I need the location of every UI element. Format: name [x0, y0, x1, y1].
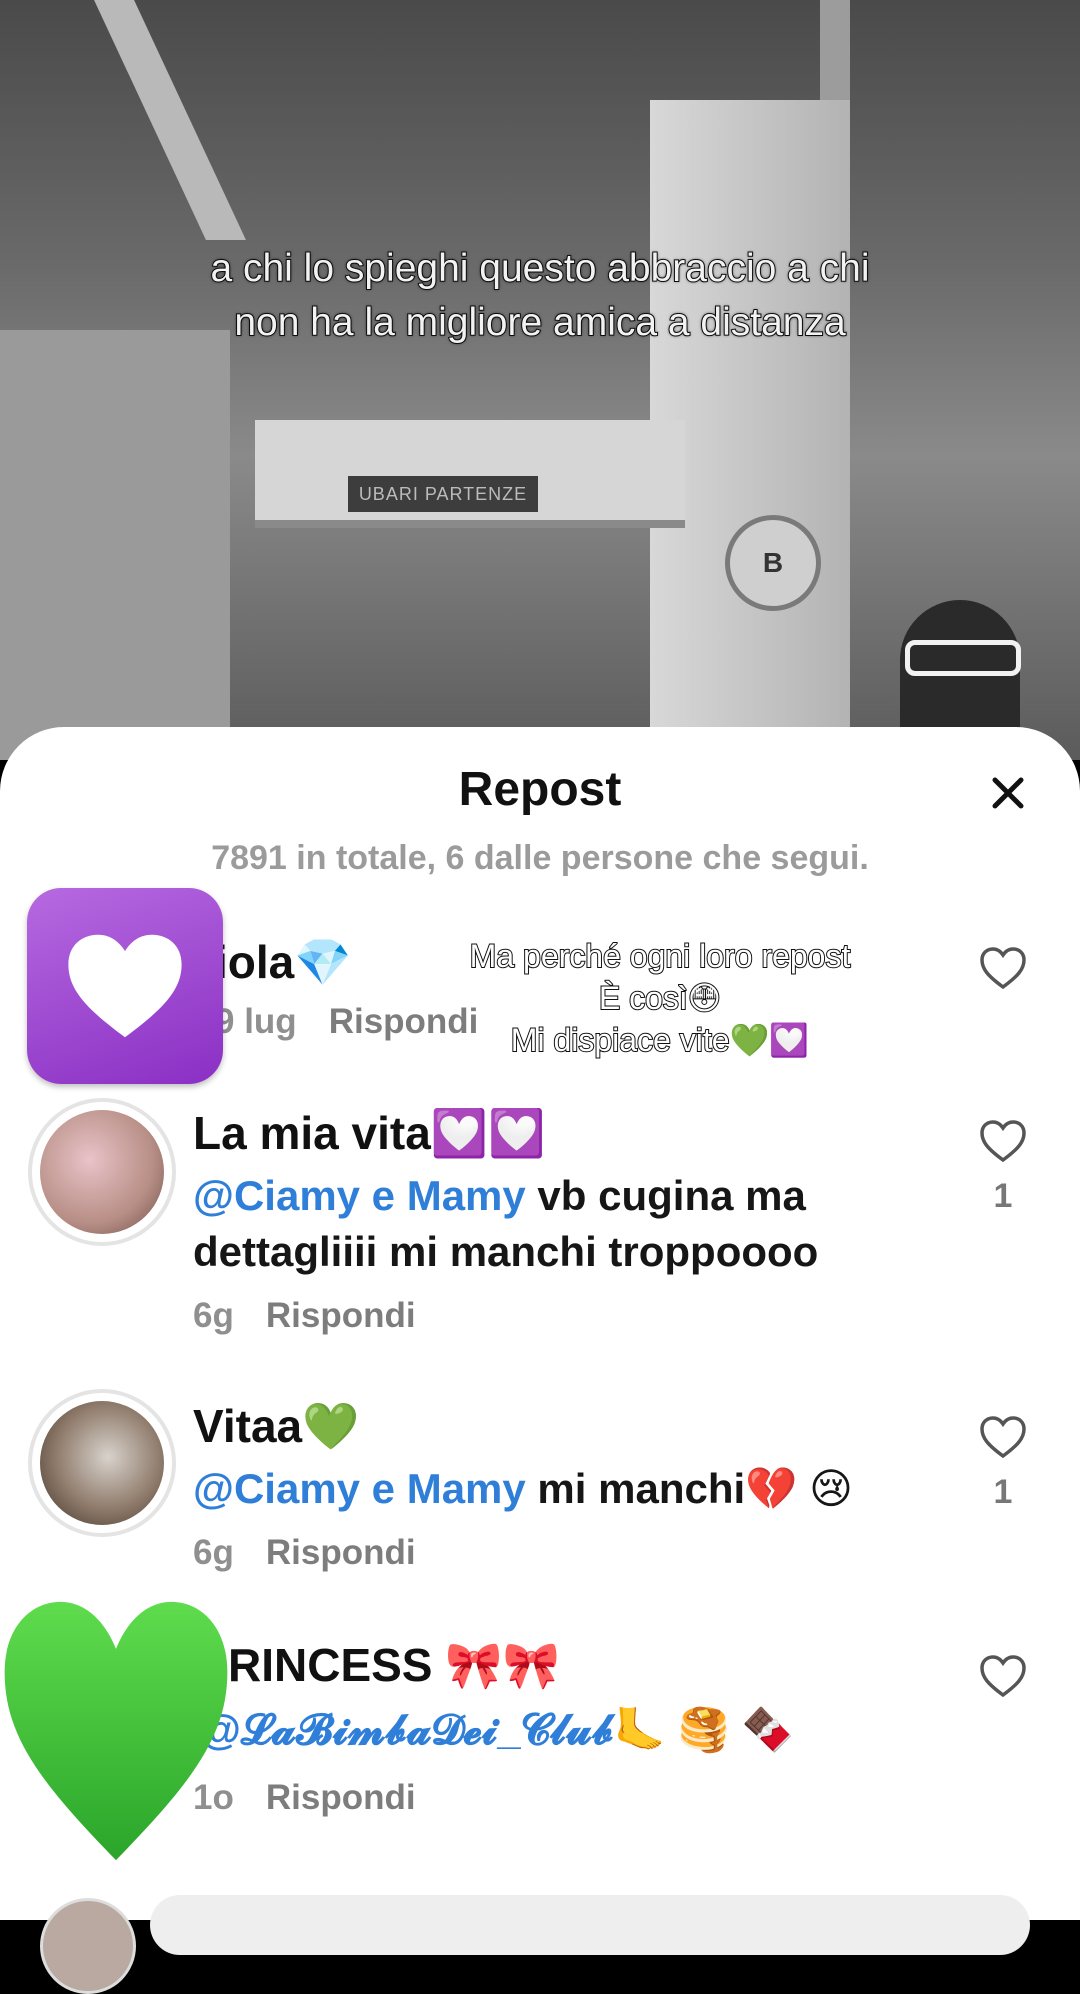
caption-line: a chi lo spieghi questo abbraccio a chi [209, 246, 870, 291]
avatar-photo [40, 1401, 164, 1525]
overlay-text-sticker: Ma perché ogni loro repost È così😳 Mi di… [420, 935, 900, 1061]
current-user-avatar [40, 1898, 136, 1994]
comment-time: 6g [193, 1296, 234, 1335]
overlay-line: Ma perché ogni loro repost [469, 937, 852, 975]
comment-username[interactable]: Vitaa💚 [193, 1399, 359, 1454]
mention-link[interactable]: @𝓛𝓪𝓑𝓲𝓶𝓫𝓪𝓓𝓮𝓲_𝓒𝓵𝓾𝓫 [200, 1706, 614, 1753]
avatar[interactable] [28, 1389, 176, 1537]
reply-button[interactable]: Rispondi [266, 1296, 416, 1335]
overlay-line: È così😳 [598, 979, 722, 1017]
mention-link[interactable]: @Ciamy e Mamy [193, 1172, 526, 1219]
mention-link[interactable]: @Ciamy e Mamy [193, 1465, 526, 1512]
reply-button[interactable]: Rispondi [266, 1778, 416, 1817]
platform-circle-sign: B [725, 515, 821, 611]
comment-text: @𝓛𝓪𝓑𝓲𝓶𝓫𝓪𝓓𝓮𝓲_𝓒𝓵𝓾𝓫🦶 🥞 🍫 [200, 1702, 950, 1758]
like-button[interactable] [976, 945, 1030, 996]
comment-time: 9 lug [215, 1002, 297, 1041]
comment-username[interactable]: La mia vita💟💟 [193, 1106, 545, 1161]
reply-button[interactable]: Rispondi [266, 1533, 416, 1572]
comment-text: @Ciamy e Mamy mi manchi💔 😢 [193, 1461, 943, 1517]
sunglasses [905, 640, 1021, 676]
heart-outline-icon [980, 947, 1026, 990]
left-wall [0, 330, 230, 760]
comment-body: 🦶 🥞 🍫 [613, 1706, 794, 1753]
avatar-photo [40, 1110, 164, 1234]
overlay-line: Mi dispiace vite💚💟 [510, 1021, 810, 1059]
comment-username[interactable]: iola💎 [215, 935, 352, 990]
purple-heart-sticker [27, 888, 223, 1084]
caption-line: non ha la migliore amica a distanza [233, 300, 846, 345]
like-count: 1 [993, 1473, 1013, 1511]
comment-meta: 6g Rispondi [193, 1533, 416, 1573]
like-button[interactable]: 1 [976, 1414, 1030, 1512]
close-button[interactable] [985, 770, 1031, 816]
sheet-title: Repost [458, 763, 622, 816]
close-icon [992, 777, 1024, 809]
comment-text: @Ciamy e Mamy vb cugina ma dettagliiii m… [193, 1168, 943, 1280]
white-heart-icon [68, 934, 182, 1038]
comment-time: 6g [193, 1533, 234, 1572]
heart-outline-icon [980, 1655, 1026, 1698]
heart-outline-icon [980, 1120, 1026, 1163]
like-count: 1 [993, 1177, 1013, 1215]
video-caption: a chi lo spieghi questo abbraccio a chi … [140, 242, 940, 350]
departures-sign: UBARI PARTENZE [348, 476, 538, 512]
repost-count-summary: 7891 in totale, 6 dalle persone che segu… [211, 839, 869, 877]
green-heart-sticker [4, 1601, 228, 1861]
comment-input[interactable] [150, 1895, 1030, 1955]
comment-meta: 6g Rispondi [193, 1296, 416, 1336]
avatar[interactable] [28, 1098, 176, 1246]
comment-username[interactable]: RINCESS 🎀🎀 [228, 1638, 560, 1693]
like-button[interactable] [976, 1653, 1030, 1704]
comment-body: mi manchi💔 😢 [525, 1465, 853, 1512]
like-button[interactable]: 1 [976, 1118, 1030, 1216]
heart-outline-icon [980, 1416, 1026, 1459]
video-frame[interactable]: UBARI PARTENZE B a chi lo spieghi questo… [0, 0, 1080, 760]
ceiling-beam [94, 0, 246, 240]
